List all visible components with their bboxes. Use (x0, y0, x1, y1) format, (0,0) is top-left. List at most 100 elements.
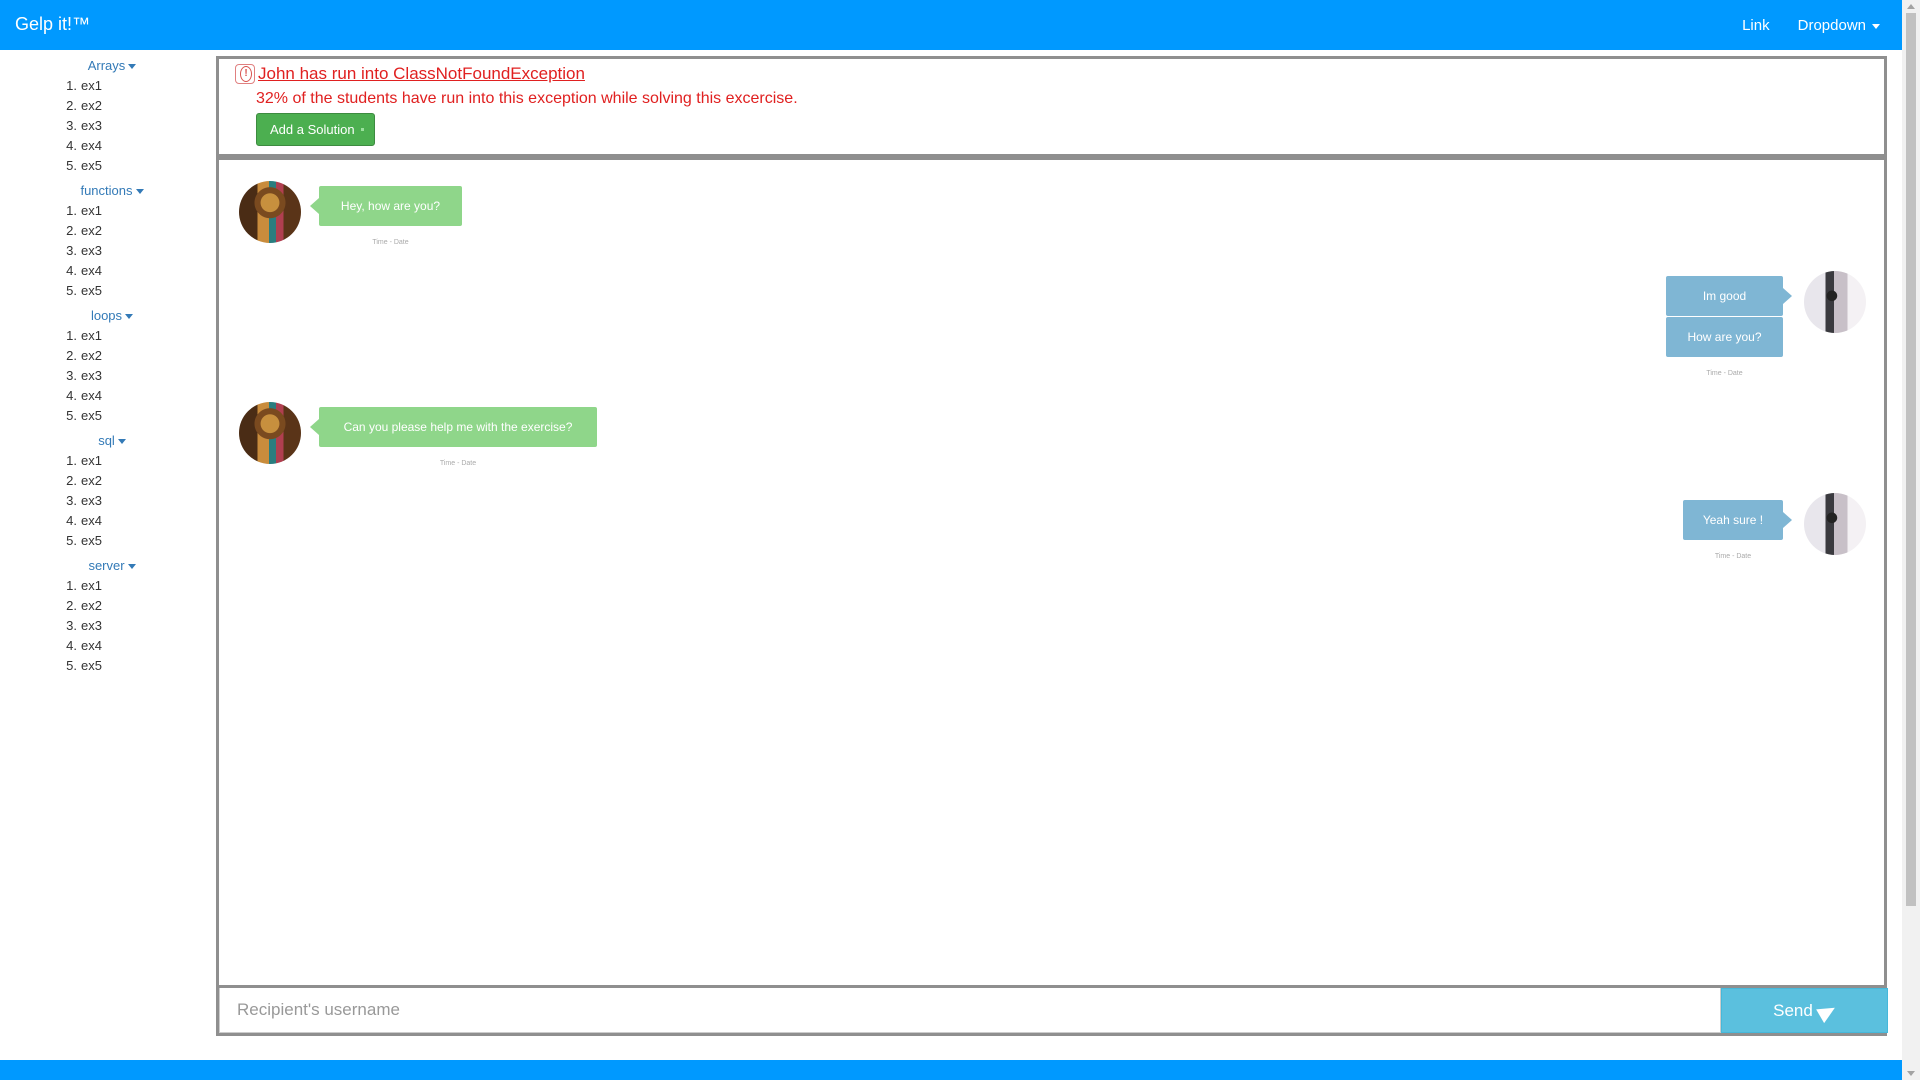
exercise-number: 5. (66, 533, 77, 548)
exercise-number: 5. (66, 158, 77, 173)
exercise-number: 3. (66, 618, 77, 633)
sparkle-icon (361, 128, 364, 131)
exercise-number: 4. (66, 263, 77, 278)
exception-title-link[interactable]: John has run into ClassNotFoundException (258, 64, 585, 84)
exercise-item[interactable]: 3. ex3 (0, 366, 215, 386)
exercise-label: ex2 (81, 598, 102, 613)
exercise-item[interactable]: 4. ex4 (0, 511, 215, 531)
exercise-list: 1. ex1 2. ex2 3. ex3 4. ex4 5. ex5 (0, 326, 215, 426)
category-sql: sql 1. ex1 2. ex2 3. ex3 4. ex4 5. ex5 (0, 433, 215, 551)
exercise-label: ex4 (81, 388, 102, 403)
exception-alert-panel: John has run into ClassNotFoundException… (216, 56, 1887, 157)
exception-statistic: 32% of the students have run into this e… (256, 90, 798, 107)
exercise-label: ex5 (81, 658, 102, 673)
message-bubble: Im good (1666, 276, 1792, 316)
category-loops: loops 1. ex1 2. ex2 3. ex3 4. ex4 5. ex5 (0, 308, 215, 426)
category-label: Arrays (87, 58, 126, 73)
category-label: functions (80, 183, 133, 198)
category-server: server 1. ex1 2. ex2 3. ex3 4. ex4 5. ex5 (0, 558, 215, 676)
send-button[interactable]: Send (1721, 988, 1888, 1033)
exercise-item[interactable]: 4. ex4 (0, 261, 215, 281)
exercise-item[interactable]: 1. ex1 (0, 76, 215, 96)
category-arrays: Arrays 1. ex1 2. ex2 3. ex3 4. ex4 5. ex5 (0, 58, 215, 176)
avatar (1804, 493, 1866, 555)
message-timestamp: Time - Date (1714, 553, 1752, 560)
exercise-number: 1. (66, 578, 77, 593)
exercise-number: 4. (66, 638, 77, 653)
exercise-item[interactable]: 1. ex1 (0, 326, 215, 346)
exercise-item[interactable]: 2. ex2 (0, 346, 215, 366)
exercise-item[interactable]: 5. ex5 (0, 656, 215, 676)
exercise-item[interactable]: 5. ex5 (0, 406, 215, 426)
sidebar: Arrays 1. ex1 2. ex2 3. ex3 4. ex4 5. ex5 fun… (0, 58, 215, 683)
exercise-list: 1. ex1 2. ex2 3. ex3 4. ex4 5. ex5 (0, 451, 215, 551)
exercise-label: ex4 (81, 638, 102, 653)
exercise-number: 3. (66, 118, 77, 133)
exercise-item[interactable]: 3. ex3 (0, 491, 215, 511)
exercise-item[interactable]: 2. ex2 (0, 596, 215, 616)
category-toggle-sql[interactable]: sql (0, 433, 224, 451)
exercise-number: 4. (66, 513, 77, 528)
exercise-label: ex5 (81, 158, 102, 173)
exercise-number: 4. (66, 388, 77, 403)
exercise-list: 1. ex1 2. ex2 3. ex3 4. ex4 5. ex5 (0, 76, 215, 176)
page-scrollbar[interactable] (1902, 0, 1920, 1080)
nav-link[interactable]: Link (1742, 17, 1770, 34)
exercise-item[interactable]: 1. ex1 (0, 451, 215, 471)
exercise-item[interactable]: 3. ex3 (0, 616, 215, 636)
message-bubble: Can you please help me with the exercise… (310, 407, 597, 447)
category-toggle-server[interactable]: server (0, 558, 224, 576)
exercise-item[interactable]: 3. ex3 (0, 241, 215, 261)
exercise-label: ex1 (81, 328, 102, 343)
category-toggle-loops[interactable]: loops (0, 308, 224, 326)
exercise-item[interactable]: 5. ex5 (0, 281, 215, 301)
exercise-item[interactable]: 5. ex5 (0, 156, 215, 176)
exercise-label: ex5 (81, 408, 102, 423)
exercise-item[interactable]: 4. ex4 (0, 386, 215, 406)
exercise-item[interactable]: 2. ex2 (0, 221, 215, 241)
scrollbar-thumb[interactable] (1906, 13, 1916, 906)
alert-icon (235, 64, 255, 84)
exercise-number: 1. (66, 78, 77, 93)
exercise-item[interactable]: 5. ex5 (0, 531, 215, 551)
exercise-number: 4. (66, 138, 77, 153)
category-label: server (88, 558, 125, 573)
category-toggle-functions[interactable]: functions (0, 183, 224, 201)
exercise-number: 3. (66, 493, 77, 508)
nav-dropdown-label: Dropdown (1797, 17, 1866, 34)
exercise-item[interactable]: 2. ex2 (0, 96, 215, 116)
category-toggle-arrays[interactable]: Arrays (0, 58, 224, 76)
message-timestamp: Time - Date (372, 239, 409, 246)
category-label: sql (98, 433, 115, 448)
nav-dropdown[interactable]: Dropdown (1798, 17, 1880, 34)
exercise-item[interactable]: 1. ex1 (0, 576, 215, 596)
exercise-number: 3. (66, 368, 77, 383)
exercise-label: ex1 (81, 78, 102, 93)
exercise-label: ex3 (81, 243, 102, 258)
exercise-label: ex5 (81, 533, 102, 548)
exercise-item[interactable]: 2. ex2 (0, 471, 215, 491)
exercise-item[interactable]: 4. ex4 (0, 136, 215, 156)
message-timestamp: Time - Date (439, 460, 477, 467)
add-solution-label: Add a Solution (270, 122, 355, 137)
exercise-label: ex3 (81, 493, 102, 508)
brand-logo[interactable]: Gelp it!™ (15, 14, 90, 35)
exercise-label: ex1 (81, 203, 102, 218)
recipient-input[interactable] (219, 988, 1721, 1033)
caret-down-icon (125, 314, 134, 320)
exercise-item[interactable]: 1. ex1 (0, 201, 215, 221)
exercise-number: 2. (66, 473, 77, 488)
scroll-up-icon[interactable] (1907, 4, 1915, 9)
scroll-down-icon[interactable] (1907, 1071, 1915, 1076)
exercise-label: ex2 (81, 98, 102, 113)
exercise-label: ex4 (81, 513, 102, 528)
exercise-number: 5. (66, 408, 77, 423)
exercise-label: ex3 (81, 118, 102, 133)
add-solution-button[interactable]: Add a Solution (256, 113, 375, 146)
message-timestamp: Time - Date (1706, 370, 1743, 377)
exercise-item[interactable]: 4. ex4 (0, 636, 215, 656)
exercise-item[interactable]: 3. ex3 (0, 116, 215, 136)
exercise-label: ex3 (81, 618, 102, 633)
exercise-label: ex3 (81, 368, 102, 383)
category-label: loops (90, 308, 123, 323)
